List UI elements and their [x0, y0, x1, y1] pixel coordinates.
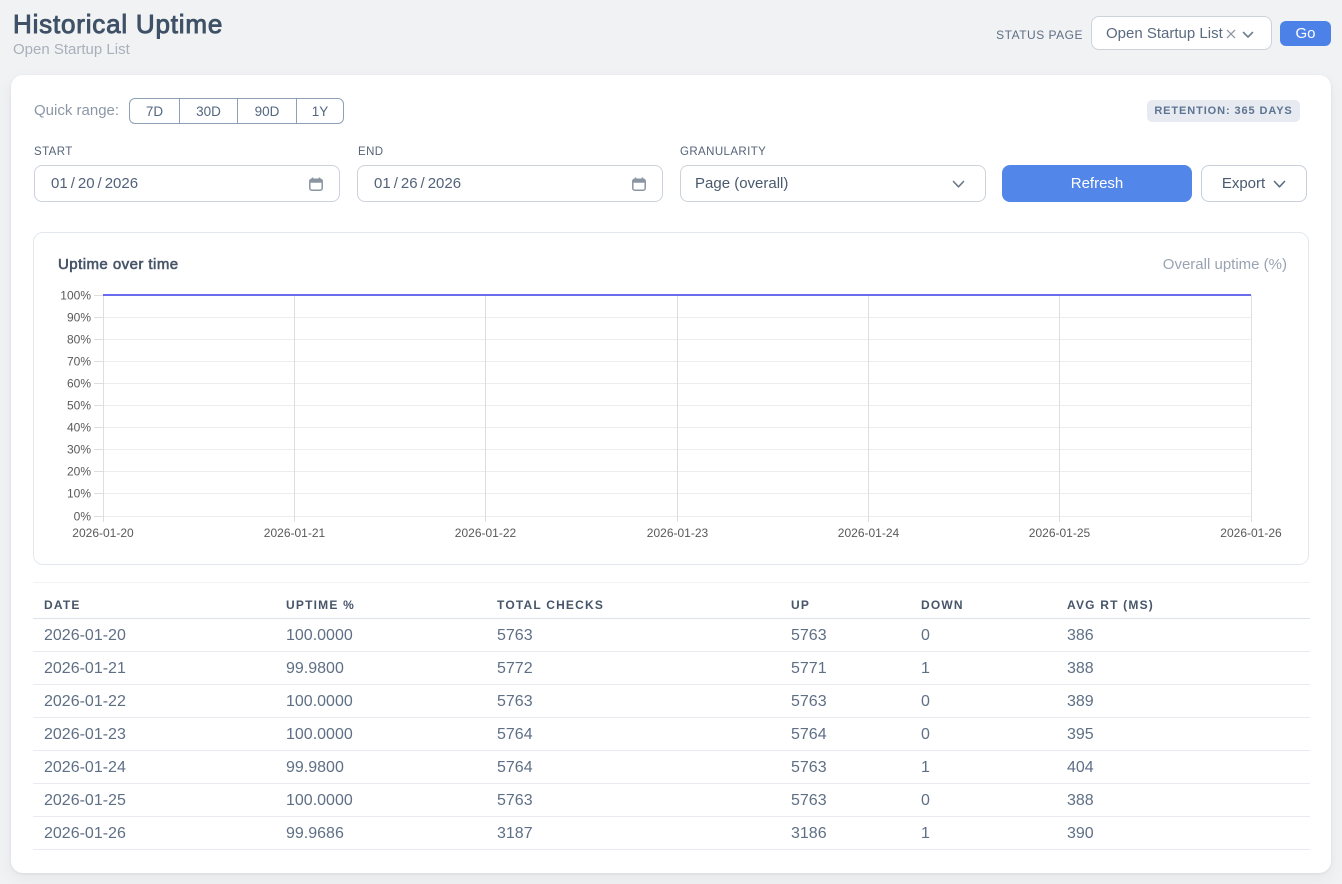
svg-text:60%: 60% [67, 377, 91, 391]
svg-text:40%: 40% [67, 421, 91, 435]
svg-text:10%: 10% [67, 487, 91, 501]
svg-text:2026-01-20: 2026-01-20 [72, 526, 134, 540]
svg-text:70%: 70% [67, 355, 91, 369]
svg-text:30%: 30% [67, 443, 91, 457]
svg-text:2026-01-26: 2026-01-26 [1220, 526, 1282, 540]
svg-text:20%: 20% [67, 465, 91, 479]
svg-text:2026-01-22: 2026-01-22 [455, 526, 517, 540]
svg-text:2026-01-25: 2026-01-25 [1029, 526, 1091, 540]
svg-text:50%: 50% [67, 399, 91, 413]
svg-text:2026-01-21: 2026-01-21 [264, 526, 326, 540]
svg-text:90%: 90% [67, 311, 91, 325]
svg-text:2026-01-24: 2026-01-24 [838, 526, 900, 540]
svg-text:80%: 80% [67, 333, 91, 347]
svg-text:0%: 0% [74, 510, 92, 524]
svg-text:100%: 100% [60, 289, 91, 303]
svg-text:2026-01-23: 2026-01-23 [647, 526, 709, 540]
